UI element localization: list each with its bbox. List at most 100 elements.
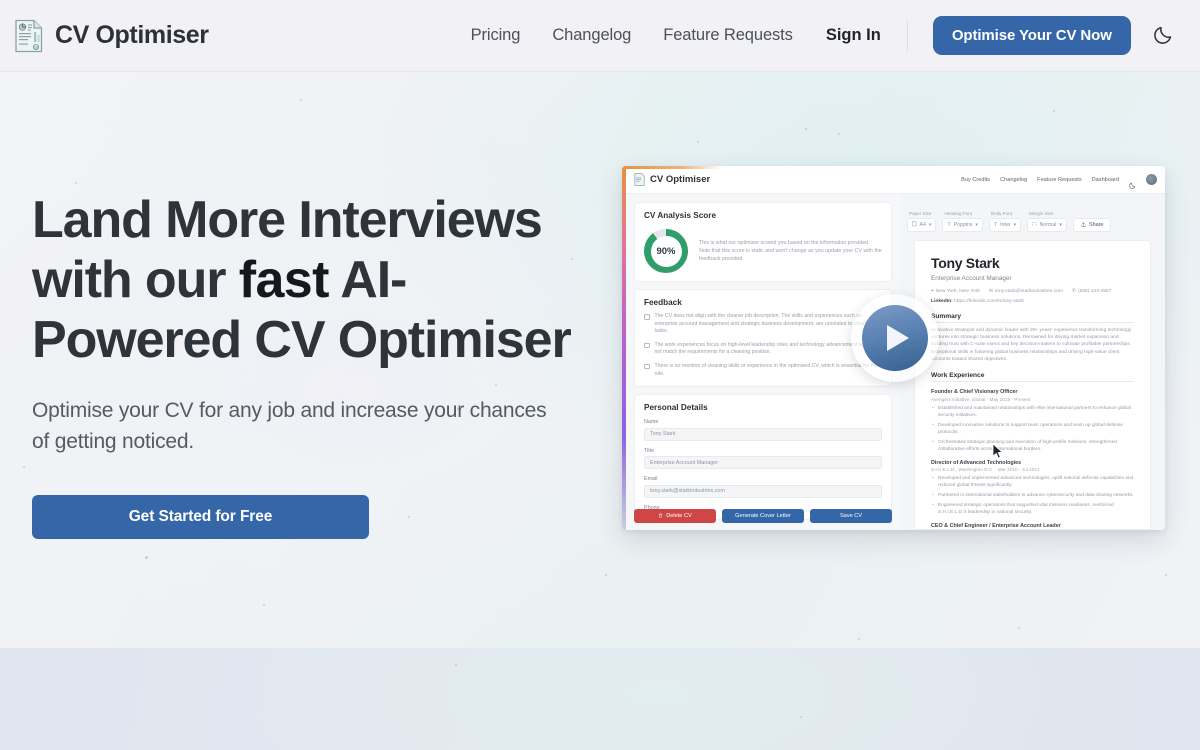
preview-app-bar: CV Optimiser Buy Credits Changelog Featu… bbox=[626, 166, 1165, 194]
cv-job-bullet: Developed innovative solutions to suppor… bbox=[931, 422, 1134, 436]
cv-job-meta: S.H.I.E.L.D., Washington D.C. · Mar 2010… bbox=[931, 467, 1040, 473]
checkbox-icon[interactable] bbox=[644, 342, 650, 349]
score-donut-chart: 90% bbox=[644, 229, 688, 273]
speck bbox=[23, 466, 25, 468]
next-section-background bbox=[0, 648, 1200, 750]
speck bbox=[145, 556, 148, 559]
margin-size-label: Margin Size bbox=[1029, 211, 1054, 216]
nav-item-feature-requests[interactable]: Feature Requests bbox=[663, 26, 793, 45]
cv-document: Tony Stark Enterprise Account Manager ⌖ … bbox=[914, 240, 1151, 530]
score-row: 90% This is what our optimiser scored yo… bbox=[644, 229, 882, 273]
email-input[interactable]: tony.stark@starkindustries.com bbox=[644, 484, 882, 498]
headline-line-3: Powered CV Optimiser bbox=[32, 311, 572, 369]
cv-job-bullet: Developed and implemented advanced techn… bbox=[931, 475, 1134, 489]
page-icon bbox=[912, 221, 917, 229]
margin-size-group: Margin Size Normal ▾ bbox=[1027, 211, 1067, 232]
margin-size-select[interactable]: Normal ▾ bbox=[1027, 218, 1067, 232]
nav-item-pricing[interactable]: Pricing bbox=[471, 26, 521, 45]
name-input[interactable]: Tony Stark bbox=[644, 427, 882, 441]
hero-subheadline: Optimise your CV for any job and increas… bbox=[32, 399, 547, 453]
preview-nav-changelog[interactable]: Changelog bbox=[1000, 177, 1027, 183]
cv-job-bullet: Partnered in international stakeholders … bbox=[931, 492, 1134, 499]
cv-job-bullet: Established and maintained relationships… bbox=[931, 405, 1134, 419]
cv-linkedin-url[interactable]: https://linkedin.com/in/tony-stark bbox=[954, 299, 1024, 304]
cv-job-meta: Avengers Initiative, Global · May 2015 -… bbox=[931, 396, 1031, 402]
preview-nav-buy-credits[interactable]: Buy Credits bbox=[961, 177, 990, 183]
cv-phone-text: (555) 123-4567 bbox=[1077, 288, 1112, 294]
margin-size-value: Normal bbox=[1039, 222, 1057, 228]
mail-icon: ✉ bbox=[988, 289, 993, 294]
preview-nav-feature-requests[interactable]: Feature Requests bbox=[1037, 177, 1081, 183]
cv-linkedin-row: LinkedIn: https://linkedin.com/in/tony-s… bbox=[931, 299, 1134, 304]
delete-cv-label: Delete CV bbox=[666, 513, 692, 519]
preview-brand: CV Optimiser bbox=[634, 173, 710, 186]
feedback-item[interactable]: The work experiences focus on high-level… bbox=[644, 342, 882, 357]
hero-content: Land More Interviews with our fast AI- P… bbox=[32, 190, 592, 539]
chevron-down-icon: ▾ bbox=[1013, 222, 1017, 228]
preview-nav-dashboard[interactable]: Dashboard bbox=[1092, 177, 1119, 183]
cv-job-entry: Director of Advanced Technologies S.H.I.… bbox=[931, 460, 1134, 517]
avatar[interactable] bbox=[1146, 174, 1157, 185]
theme-toggle-button[interactable] bbox=[1149, 21, 1179, 51]
mouse-cursor-icon bbox=[992, 443, 1004, 465]
checkbox-icon[interactable] bbox=[644, 363, 650, 370]
generate-cover-letter-button[interactable]: Generate Cover Letter bbox=[722, 509, 804, 523]
feedback-text: The CV does not align with the cleaner j… bbox=[654, 313, 874, 335]
cv-contact-row: ⌖ New York, New York ✉ tony.stark@starki… bbox=[931, 288, 1134, 295]
cv-email-text: tony.stark@starkindustries.com bbox=[994, 288, 1063, 294]
nav-item-changelog[interactable]: Changelog bbox=[552, 26, 631, 45]
feedback-item[interactable]: The CV does not align with the cleaner j… bbox=[644, 313, 882, 336]
score-description: This is what our optimiser scored you ba… bbox=[699, 240, 882, 262]
preview-nav: Buy Credits Changelog Feature Requests D… bbox=[961, 174, 1157, 189]
preview-action-buttons: Delete CV Generate Cover Letter Save CV bbox=[634, 509, 892, 523]
save-cv-button[interactable]: Save CV bbox=[810, 509, 892, 523]
phone-icon: ✆ bbox=[1071, 289, 1076, 294]
cv-job-title: Director of Advanced Technologies bbox=[931, 459, 1022, 466]
share-button[interactable]: Share bbox=[1073, 218, 1112, 232]
title-input[interactable]: Enterprise Account Manager bbox=[644, 456, 882, 470]
cv-person-title: Enterprise Account Manager bbox=[931, 275, 1012, 282]
cv-contact-phone: ✆ (555) 123-4567 bbox=[1071, 288, 1112, 295]
cv-person-name: Tony Stark bbox=[931, 255, 1000, 271]
margin-icon bbox=[1032, 221, 1037, 229]
moon-icon[interactable] bbox=[1129, 176, 1136, 189]
sign-in-link[interactable]: Sign In bbox=[826, 26, 881, 45]
speck bbox=[75, 182, 77, 184]
checkbox-icon[interactable] bbox=[644, 314, 650, 320]
headline-line-1: Land More Interviews bbox=[32, 191, 543, 249]
document-toolbar: Paper Size A4 ▾ Heading Font T Poppins ▾… bbox=[907, 200, 1158, 232]
cv-job-bullet: Orchestrated strategic planning and exec… bbox=[931, 439, 1134, 453]
chevron-down-icon: ▾ bbox=[928, 222, 932, 228]
paper-size-value: A4 bbox=[919, 222, 926, 228]
body-font-group: Body Font T Inter ▾ bbox=[989, 211, 1022, 232]
play-button-circle bbox=[862, 305, 928, 371]
brand-logo[interactable]: CV CV Optimiser bbox=[14, 19, 209, 53]
cv-analysis-score-panel: CV Analysis Score 90% This is what our o… bbox=[634, 202, 892, 282]
speck bbox=[1053, 110, 1055, 112]
score-value: 90% bbox=[656, 245, 676, 257]
feedback-item[interactable]: There is no mention of cleaning skills o… bbox=[644, 363, 882, 378]
cv-job-entry: CEO & Chief Engineer / Enterprise Accoun… bbox=[931, 523, 1134, 529]
speck bbox=[858, 638, 860, 640]
type-icon: T bbox=[947, 222, 951, 228]
preview-right-panel: Paper Size A4 ▾ Heading Font T Poppins ▾… bbox=[900, 194, 1165, 530]
body-font-select[interactable]: T Inter ▾ bbox=[989, 218, 1022, 232]
get-started-button[interactable]: Get Started for Free bbox=[32, 495, 369, 539]
headline-line-2b: AI- bbox=[340, 251, 407, 309]
paper-size-select[interactable]: A4 ▾ bbox=[907, 218, 937, 232]
heading-font-label: Heading Font bbox=[944, 211, 973, 216]
paper-size-label: Paper Size bbox=[909, 211, 932, 216]
play-video-button[interactable] bbox=[851, 294, 939, 382]
delete-cv-button[interactable]: Delete CV bbox=[634, 509, 716, 523]
headline-line-2a: with our bbox=[32, 251, 226, 309]
cv-location-text: New York, New York bbox=[935, 288, 980, 294]
optimise-cv-button[interactable]: Optimise Your CV Now bbox=[932, 16, 1131, 55]
cv-job-title: Founder & Chief Visionary Officer bbox=[931, 389, 1018, 396]
heading-font-select[interactable]: T Poppins ▾ bbox=[942, 218, 983, 232]
chevron-down-icon: ▾ bbox=[1059, 222, 1062, 228]
speck bbox=[1018, 627, 1020, 629]
site-header: CV CV Optimiser Pricing Changelog Featur… bbox=[0, 0, 1200, 72]
personal-details-title: Personal Details bbox=[644, 403, 708, 413]
speck bbox=[697, 141, 699, 143]
score-panel-title: CV Analysis Score bbox=[644, 211, 717, 220]
